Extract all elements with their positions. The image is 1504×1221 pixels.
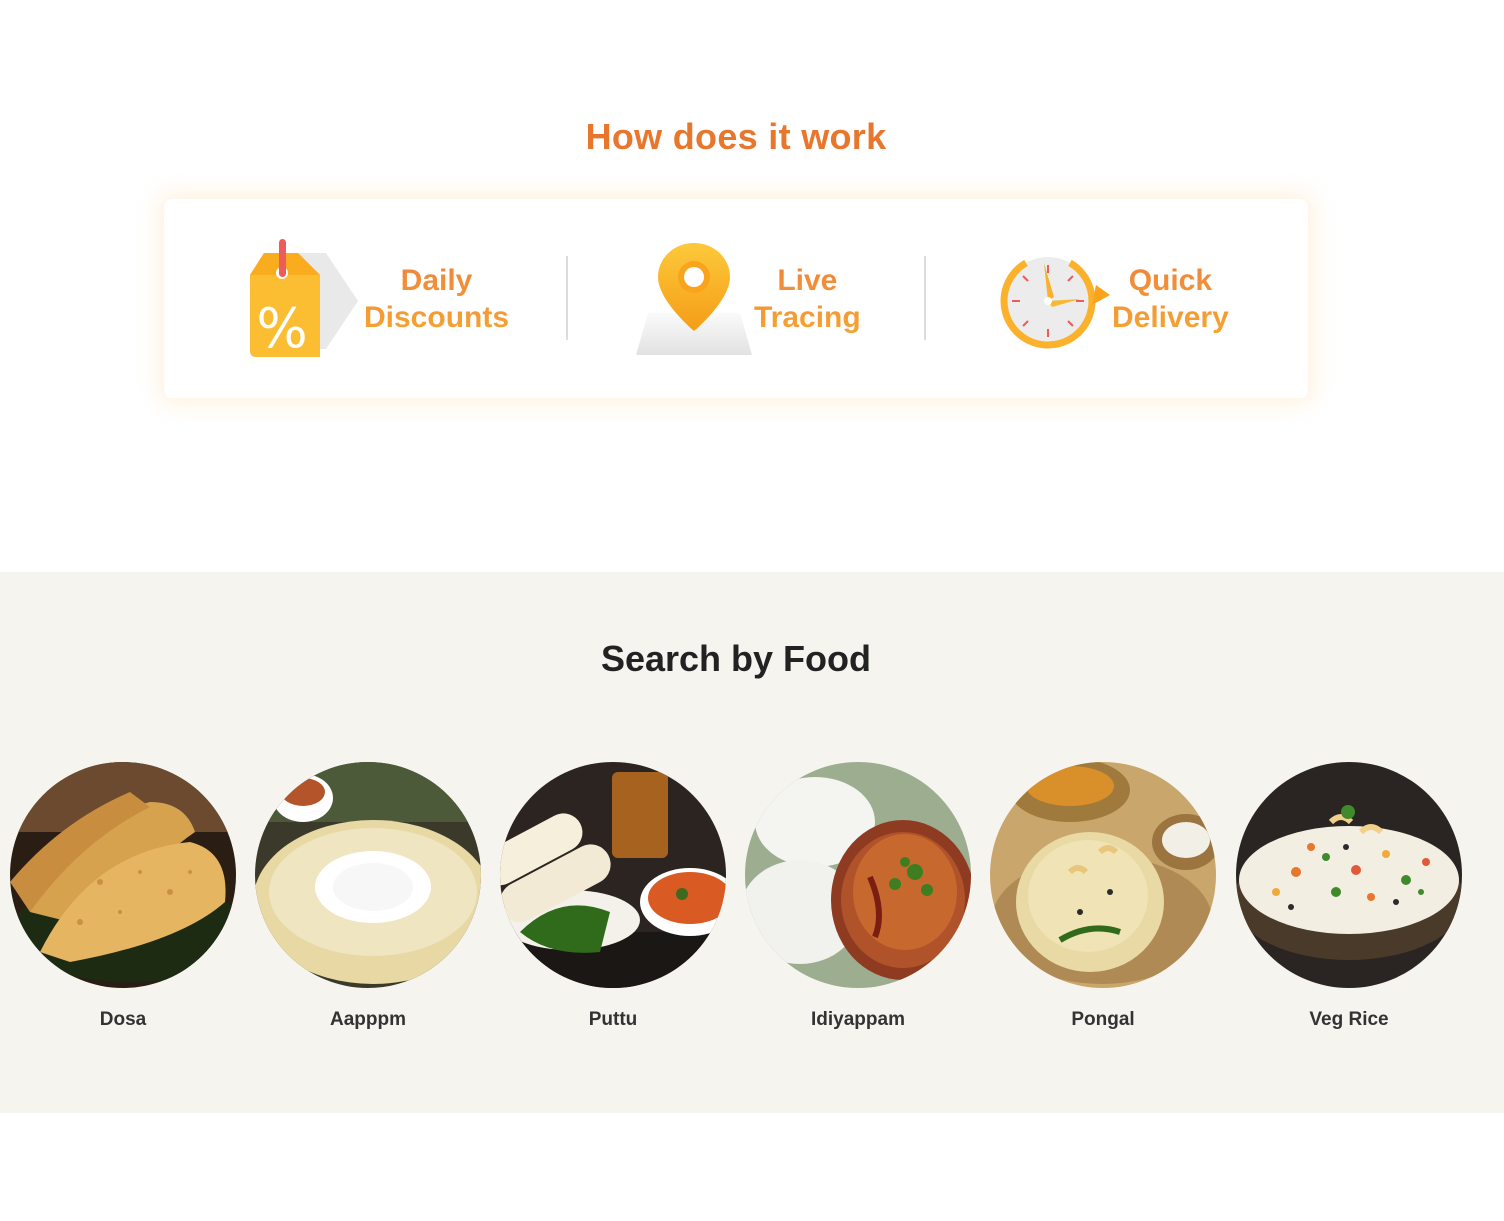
- feature-line2: Tracing: [754, 300, 861, 334]
- feature-daily-discounts: % Daily Discounts: [246, 199, 509, 398]
- clock-icon: [992, 239, 1112, 359]
- food-image-veg-rice[interactable]: [1236, 762, 1462, 988]
- feature-quick-delivery: Quick Delivery: [992, 199, 1229, 398]
- food-image-aappam[interactable]: [255, 762, 481, 988]
- feature-daily-discounts-label: Daily Discounts: [364, 262, 509, 336]
- food-image-pongal[interactable]: [990, 762, 1216, 988]
- feature-line1: Quick: [1128, 263, 1213, 297]
- discount-tag-icon: %: [246, 238, 360, 360]
- location-pin-icon: [634, 239, 754, 359]
- food-item-aappam[interactable]: Aapppm: [255, 762, 481, 1031]
- food-item-idiyappam[interactable]: Idiyappam: [745, 762, 971, 1031]
- food-image-dosa[interactable]: [10, 762, 236, 988]
- food-label[interactable]: Aapppm: [255, 1009, 481, 1031]
- feature-quick-delivery-label: Quick Delivery: [1112, 262, 1229, 336]
- how-it-works-title: How does it work: [585, 116, 887, 157]
- search-by-food-section: Search by Food Dosa Aapppm Puttu Idiyapp…: [0, 572, 1504, 1113]
- search-by-food-title: Search by Food: [600, 638, 872, 679]
- food-label[interactable]: Dosa: [10, 1009, 236, 1031]
- food-label[interactable]: Pongal: [990, 1009, 1216, 1031]
- features-card: % Daily Discounts Live Tracing Quick Del…: [164, 199, 1308, 398]
- food-label[interactable]: Puttu: [500, 1009, 726, 1031]
- how-it-works-section: How does it work % Daily Discounts Live …: [0, 0, 1504, 572]
- food-label[interactable]: Idiyappam: [745, 1009, 971, 1031]
- food-item-pongal[interactable]: Pongal: [990, 762, 1216, 1031]
- feature-line1: Live: [777, 263, 838, 297]
- food-item-veg-rice[interactable]: Veg Rice: [1236, 762, 1462, 1031]
- food-item-puttu[interactable]: Puttu: [500, 762, 726, 1031]
- feature-line2: Discounts: [364, 300, 510, 334]
- feature-live-tracing: Live Tracing: [634, 199, 861, 398]
- feature-line1: Daily: [400, 263, 473, 297]
- svg-text:%: %: [256, 297, 307, 359]
- feature-line2: Delivery: [1112, 300, 1229, 334]
- feature-divider: [566, 256, 568, 340]
- feature-divider: [924, 256, 926, 340]
- food-image-idiyappam[interactable]: [745, 762, 971, 988]
- food-item-dosa[interactable]: Dosa: [10, 762, 236, 1031]
- food-image-puttu[interactable]: [500, 762, 726, 988]
- feature-live-tracing-label: Live Tracing: [754, 262, 861, 336]
- food-label[interactable]: Veg Rice: [1236, 1009, 1462, 1031]
- page-bottom-area: [0, 1113, 1504, 1221]
